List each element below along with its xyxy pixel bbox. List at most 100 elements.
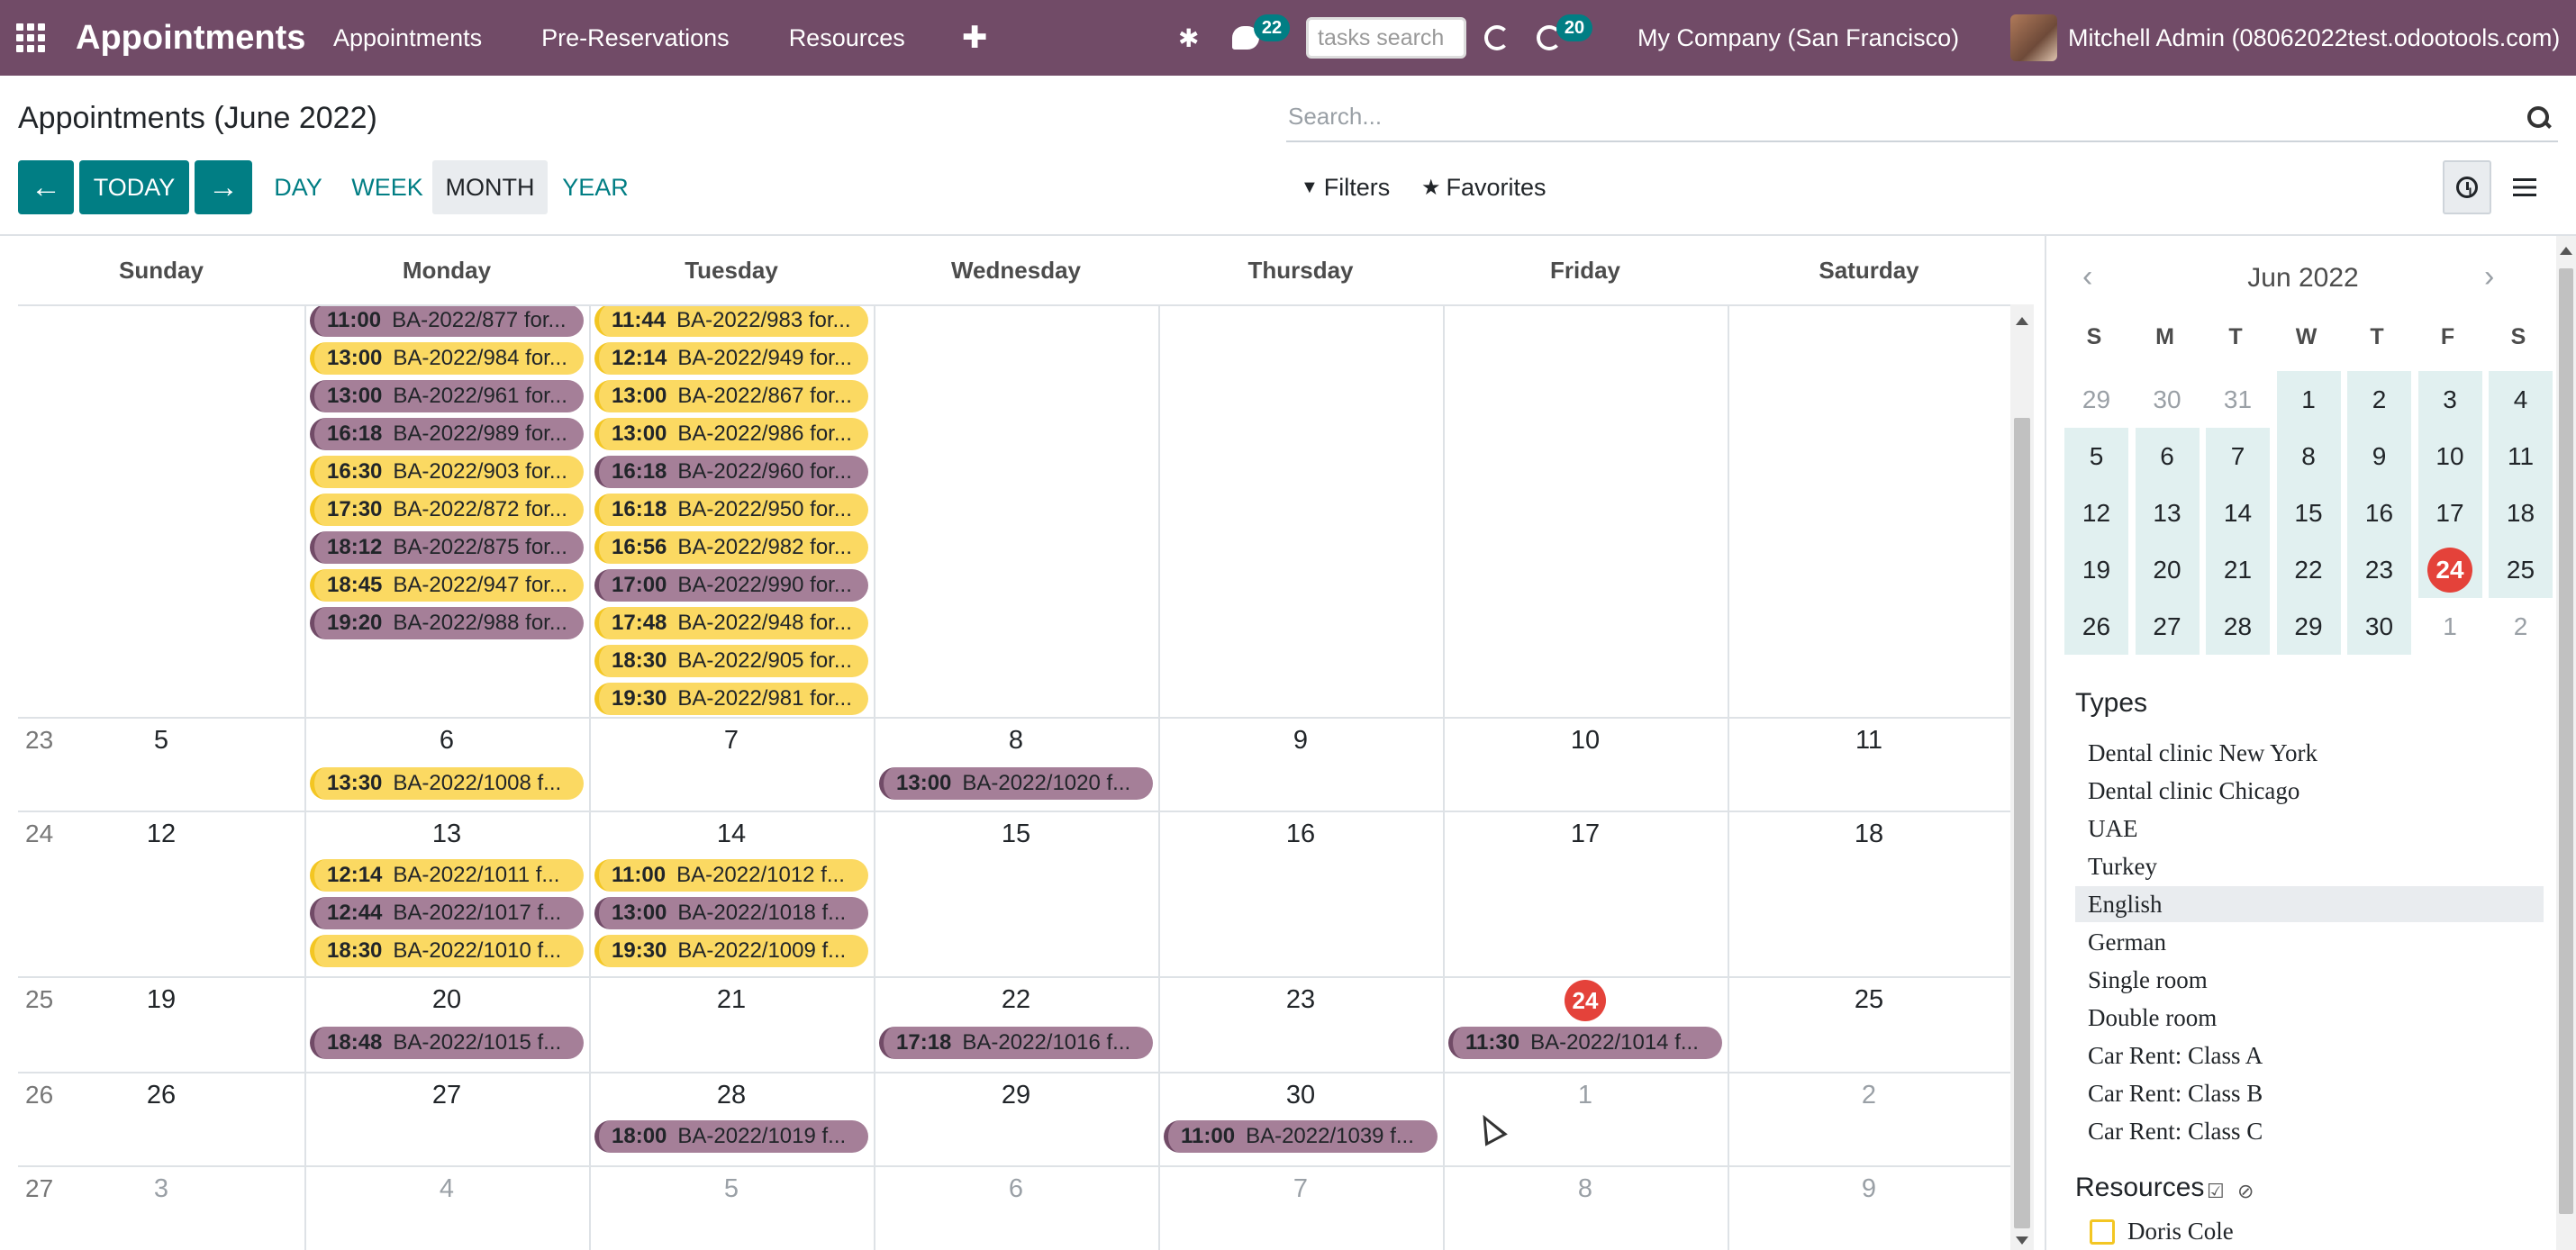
type-filter-item[interactable]: Car Rent: Class A [2075, 1037, 2544, 1073]
bug-icon[interactable]: ✱ [1178, 0, 1199, 76]
calendar-scrollbar[interactable] [2010, 304, 2034, 1250]
day-number[interactable]: 28 [704, 1081, 758, 1110]
calendar-event[interactable]: 11:44 BA-2022/983 for... [594, 306, 868, 337]
calendar-event[interactable]: 18:30 BA-2022/1010 f... [310, 935, 584, 967]
day-number[interactable]: 5 [704, 1174, 758, 1204]
day-number[interactable]: 29 [989, 1081, 1043, 1110]
mini-day[interactable]: 9 [2347, 428, 2411, 485]
day-number[interactable]: 1 [1558, 1081, 1612, 1110]
resource-checkbox[interactable] [2090, 1218, 2115, 1245]
day-number[interactable]: 27 [420, 1081, 474, 1110]
calendar-view-button[interactable] [2443, 160, 2491, 214]
calendar-event[interactable]: 13:00 BA-2022/1020 f... [879, 767, 1153, 800]
calendar-event[interactable]: 17:00 BA-2022/990 for... [594, 569, 868, 602]
day-number[interactable]: 13 [420, 820, 474, 849]
calendar-event[interactable]: 12:14 BA-2022/1011 f... [310, 859, 584, 892]
calendar-event[interactable]: 18:12 BA-2022/875 for... [310, 531, 584, 564]
mini-day[interactable]: 14 [2206, 485, 2270, 541]
calendar-event[interactable]: 18:00 BA-2022/1019 f... [594, 1120, 868, 1153]
mini-day[interactable]: 23 [2347, 541, 2411, 598]
mini-day[interactable]: 4 [2489, 371, 2553, 428]
sidebar-scroll-up-arrow[interactable] [2560, 247, 2572, 255]
mini-day[interactable]: 18 [2489, 485, 2553, 541]
select-all-icon[interactable]: ☑ [2207, 1180, 2227, 1202]
day-number[interactable]: 14 [704, 820, 758, 849]
mini-day[interactable]: 11 [2489, 428, 2553, 485]
day-number[interactable]: 8 [1558, 1174, 1612, 1204]
calendar-event[interactable]: 13:00 BA-2022/961 for... [310, 380, 584, 412]
calendar-event[interactable]: 16:30 BA-2022/903 for... [310, 456, 584, 488]
scroll-down-arrow[interactable] [2016, 1236, 2028, 1245]
mini-day[interactable]: 1 [2418, 598, 2482, 655]
menu-pre-reservations[interactable]: Pre-Reservations [541, 24, 730, 52]
company-switcher[interactable]: My Company (San Francisco) [1637, 0, 1959, 76]
calendar-event[interactable]: 19:20 BA-2022/988 for... [310, 607, 584, 639]
day-number[interactable]: 20 [420, 985, 474, 1015]
mini-day[interactable]: 2 [2489, 598, 2553, 655]
favorites-button[interactable]: ★ Favorites [1421, 160, 1547, 214]
day-number[interactable]: 3 [134, 1174, 188, 1204]
menu-resources[interactable]: Resources [789, 24, 905, 52]
mini-day[interactable]: 12 [2064, 485, 2128, 541]
next-button[interactable]: → [195, 160, 252, 214]
calendar-event[interactable]: 19:30 BA-2022/1009 f... [594, 935, 868, 967]
day-number[interactable]: 12 [134, 820, 188, 849]
mini-today[interactable]: 24 [2417, 541, 2482, 598]
day-number[interactable]: 6 [420, 726, 474, 756]
calendar-event[interactable]: 12:44 BA-2022/1017 f... [310, 897, 584, 929]
day-number[interactable]: 25 [1842, 985, 1896, 1015]
calendar-event[interactable]: 16:18 BA-2022/960 for... [594, 456, 868, 488]
calendar-event[interactable]: 13:00 BA-2022/867 for... [594, 380, 868, 412]
mini-day[interactable]: 16 [2347, 485, 2411, 541]
scale-month-button[interactable]: MONTH [432, 160, 548, 214]
type-filter-item[interactable]: Car Rent: Class B [2075, 1075, 2544, 1111]
calendar-event[interactable]: 13:00 BA-2022/1018 f... [594, 897, 868, 929]
day-number[interactable]: 23 [1274, 985, 1328, 1015]
day-number[interactable]: 26 [134, 1081, 188, 1110]
calendar-event[interactable]: 11:00 BA-2022/1039 f... [1164, 1120, 1438, 1153]
mini-day[interactable]: 31 [2206, 371, 2270, 428]
today-day-number[interactable]: 24 [1565, 980, 1606, 1021]
day-number[interactable]: 9 [1842, 1174, 1896, 1204]
day-number[interactable]: 16 [1274, 820, 1328, 849]
calendar-event[interactable]: 11:00 BA-2022/877 for... [310, 306, 584, 337]
type-filter-item[interactable]: UAE [2075, 811, 2544, 847]
scale-year-button[interactable]: YEAR [551, 160, 639, 214]
mini-day[interactable]: 21 [2206, 541, 2270, 598]
today-button[interactable]: TODAY [79, 160, 189, 214]
scale-day-button[interactable]: DAY [263, 160, 333, 214]
scroll-up-arrow[interactable] [2016, 317, 2028, 325]
resource-filter-item[interactable]: Doris Cole [2090, 1218, 2234, 1245]
type-filter-item[interactable]: German [2075, 924, 2544, 960]
mini-day[interactable]: 20 [2135, 541, 2200, 598]
scroll-thumb[interactable] [2014, 418, 2030, 1228]
calendar-event[interactable]: 11:00 BA-2022/1012 f... [594, 859, 868, 892]
day-number[interactable]: 17 [1558, 820, 1612, 849]
mini-day[interactable]: 2 [2347, 371, 2411, 428]
day-number[interactable]: 6 [989, 1174, 1043, 1204]
calendar-event[interactable]: 19:30 BA-2022/981 for... [594, 683, 868, 715]
mini-day[interactable]: 29 [2276, 598, 2341, 655]
calendar-event[interactable]: 16:18 BA-2022/950 for... [594, 494, 868, 526]
calendar-grid[interactable]: 23 5 6 7 8 9 10 11 24 12 13 14 15 16 17 18 25 19 20 21 22 23 2… [18, 304, 2010, 1250]
calendar-event[interactable]: 18:30 BA-2022/905 for... [594, 645, 868, 677]
mini-day[interactable]: 30 [2136, 371, 2200, 428]
day-number[interactable]: 4 [420, 1174, 474, 1204]
list-view-button[interactable] [2500, 160, 2549, 214]
mini-day[interactable]: 10 [2417, 428, 2482, 485]
plus-icon[interactable]: ✚ [962, 0, 988, 76]
type-filter-item[interactable]: Double room [2075, 1000, 2544, 1036]
calendar-event[interactable]: 16:18 BA-2022/989 for... [310, 418, 584, 450]
day-number[interactable]: 5 [134, 726, 188, 756]
day-number[interactable]: 7 [1274, 1174, 1328, 1204]
day-number[interactable]: 18 [1842, 820, 1896, 849]
mini-next-month-icon[interactable]: › [2484, 259, 2494, 294]
mini-day[interactable]: 22 [2276, 541, 2341, 598]
type-filter-item[interactable]: Dental clinic Chicago [2075, 773, 2544, 809]
search-input[interactable]: Search... [1286, 94, 2558, 142]
sidebar-scrollbar[interactable] [2556, 236, 2576, 1250]
mini-day[interactable]: 3 [2417, 371, 2482, 428]
mini-day[interactable]: 28 [2206, 598, 2270, 655]
calendar-event[interactable]: 13:30 BA-2022/1008 f... [310, 767, 584, 800]
messaging-icon[interactable]: 22 [1232, 0, 1290, 76]
